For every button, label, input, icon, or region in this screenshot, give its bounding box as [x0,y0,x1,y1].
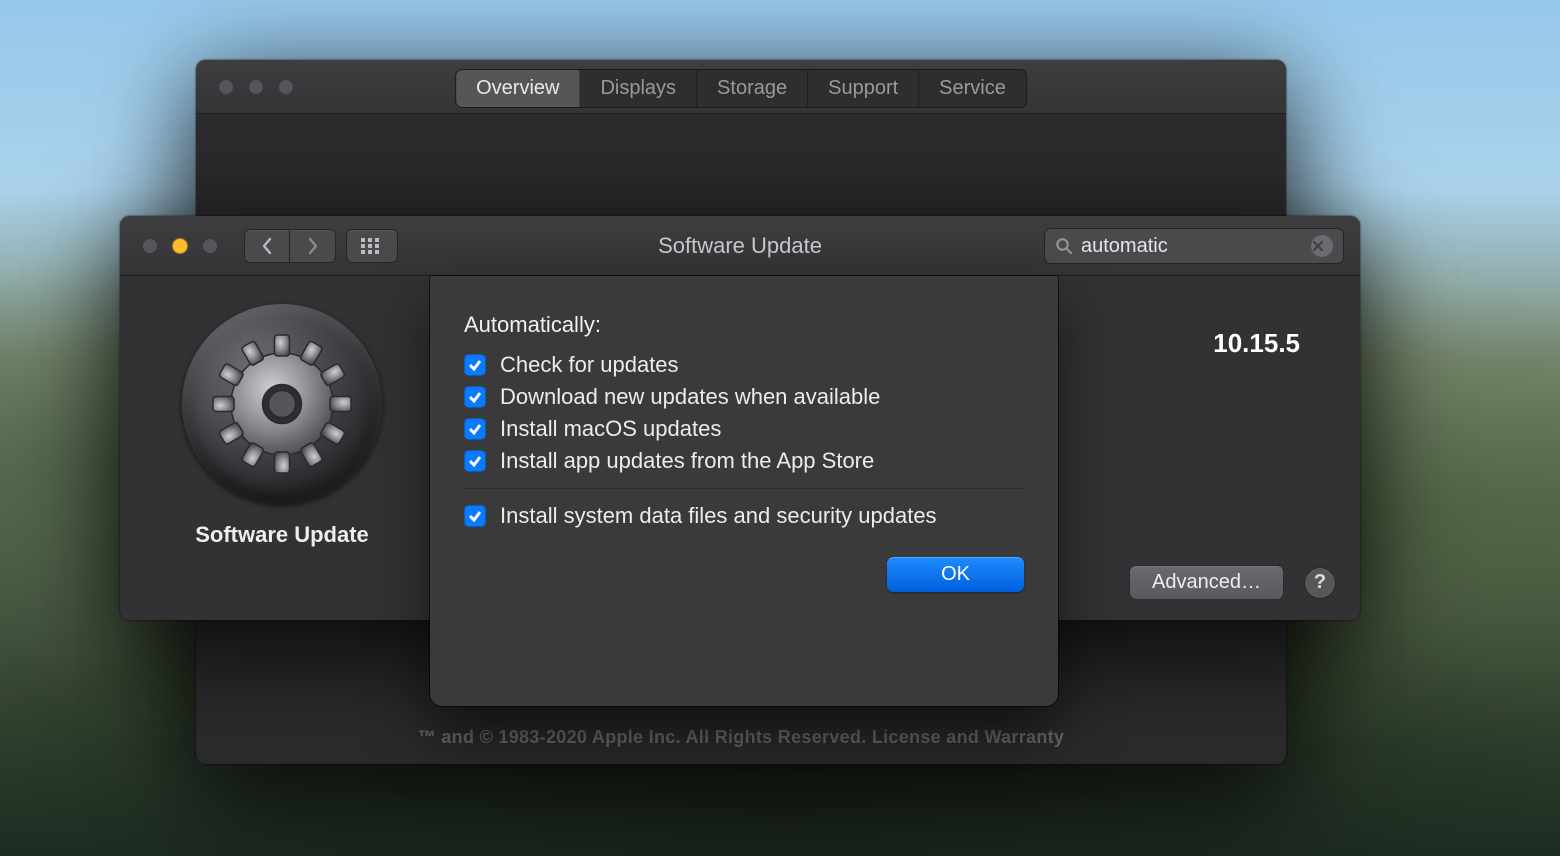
about-window-traffic-lights [196,79,294,95]
close-icon[interactable] [218,79,234,95]
option-label: Install macOS updates [500,416,721,442]
maximize-icon[interactable] [278,79,294,95]
option-download-new-updates[interactable]: Download new updates when available [464,384,1024,410]
sheet-button-row: OK [464,557,1024,592]
tab-support[interactable]: Support [808,70,919,107]
about-window-titlebar: Overview Displays Storage Support Servic… [196,60,1286,114]
advanced-button[interactable]: Advanced… [1129,565,1284,600]
checkbox-icon[interactable] [464,418,486,440]
show-all-prefs-button[interactable] [346,229,398,263]
chevron-left-icon [260,237,274,255]
option-label: Download new updates when available [500,384,880,410]
option-label: Check for updates [500,352,679,378]
option-label: Install app updates from the App Store [500,448,874,474]
software-update-label: Software Update [150,522,414,548]
about-window-tabs: Overview Displays Storage Support Servic… [455,69,1027,108]
prefs-window-traffic-lights [120,238,218,254]
advanced-options-sheet: Automatically: Check for updates Downloa… [430,276,1058,706]
minimize-icon[interactable] [172,238,188,254]
help-button[interactable]: ? [1304,567,1336,599]
nav-forward-button[interactable] [290,229,336,263]
prefs-search-field[interactable]: automatic [1044,228,1344,264]
minimize-icon[interactable] [248,79,264,95]
maximize-icon[interactable] [202,238,218,254]
ok-button[interactable]: OK [887,557,1024,592]
grid-icon [360,237,384,255]
x-icon [1313,241,1323,251]
clear-search-button[interactable] [1311,235,1333,257]
checkbox-icon[interactable] [464,505,486,527]
checkbox-icon[interactable] [464,386,486,408]
option-label: Install system data files and security u… [500,503,937,529]
nav-back-forward [244,229,336,263]
tab-displays[interactable]: Displays [580,70,697,107]
search-icon [1055,237,1073,255]
sheet-header: Automatically: [464,312,1024,338]
software-update-gear-icon [182,304,382,504]
checkbox-icon[interactable] [464,354,486,376]
prefs-nav-group [244,229,398,263]
close-icon[interactable] [142,238,158,254]
prefs-search-value: automatic [1081,235,1311,258]
nav-back-button[interactable] [244,229,290,263]
tab-overview[interactable]: Overview [456,70,580,107]
software-update-left-column: Software Update [150,304,414,548]
sheet-divider [464,488,1024,489]
gear-icon [207,329,357,479]
prefs-window-titlebar: Software Update automatic [120,216,1360,276]
option-install-macos-updates[interactable]: Install macOS updates [464,416,1024,442]
about-window-footer: ™ and © 1983-2020 Apple Inc. All Rights … [196,727,1286,748]
tab-storage[interactable]: Storage [697,70,808,107]
tab-service[interactable]: Service [919,70,1026,107]
software-update-bottom-right: Advanced… ? [1129,565,1336,600]
macos-version-peek: 10.15.5 [1213,328,1300,359]
option-check-for-updates[interactable]: Check for updates [464,352,1024,378]
chevron-right-icon [306,237,320,255]
checkbox-icon[interactable] [464,450,486,472]
option-install-app-store-updates[interactable]: Install app updates from the App Store [464,448,1024,474]
prefs-window-title: Software Update [658,233,822,259]
option-install-system-data-security[interactable]: Install system data files and security u… [464,503,1024,529]
